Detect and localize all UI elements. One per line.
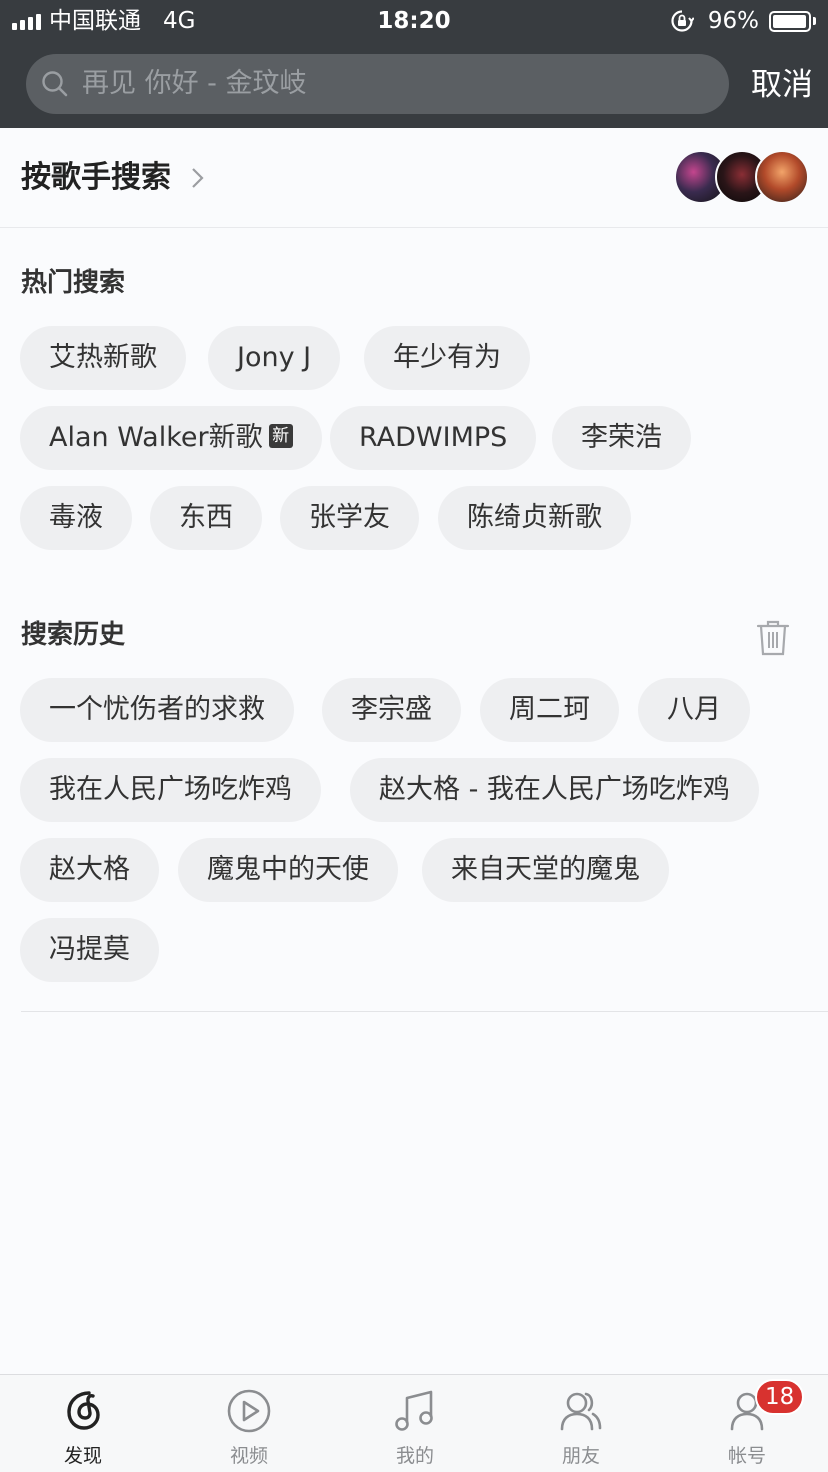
- tag-label: 东西: [179, 502, 233, 533]
- history-label: 一个忧伤者的求救: [49, 694, 265, 725]
- notification-badge: 18: [755, 1379, 805, 1415]
- battery-fill: [773, 14, 806, 28]
- history-item[interactable]: 赵大格: [20, 838, 159, 902]
- search-history-title: 搜索历史: [21, 620, 126, 650]
- tab-video[interactable]: 视频: [166, 1375, 332, 1472]
- history-item[interactable]: 来自天堂的魔鬼: [422, 838, 669, 902]
- tag-label: 艾热新歌: [49, 342, 157, 373]
- battery-icon: [769, 10, 816, 32]
- header: 中国联通 4G 18:20 96% 再见 你好 - 金玟岐 取消: [0, 0, 828, 128]
- tag-label: Alan Walker新歌: [49, 422, 263, 453]
- hot-search-tag[interactable]: 东西: [150, 486, 262, 550]
- app-root: 中国联通 4G 18:20 96% 再见 你好 - 金玟岐 取消 按歌手搜索 热…: [0, 0, 828, 1472]
- history-item[interactable]: 李宗盛: [322, 678, 461, 742]
- tag-label: 陈绮贞新歌: [467, 502, 602, 533]
- music-note-icon: [395, 1390, 433, 1431]
- status-bar: 中国联通 4G 18:20 96%: [0, 0, 828, 42]
- tab-label: 我的: [395, 1445, 434, 1467]
- tag-label: 毒液: [49, 502, 103, 533]
- friends-icon: [560, 1392, 602, 1431]
- tab-label: 帐号: [727, 1445, 766, 1467]
- tab-friends[interactable]: 朋友: [498, 1375, 664, 1472]
- cancel-button[interactable]: 取消: [751, 62, 813, 108]
- new-badge: 新: [268, 423, 293, 448]
- hot-search-tag[interactable]: 艾热新歌: [20, 326, 186, 390]
- singer-avatar: [755, 150, 809, 204]
- history-label: 冯提莫: [49, 934, 130, 965]
- history-label: 赵大格 - 我在人民广场吃炸鸡: [379, 774, 730, 805]
- tab-label: 发现: [63, 1445, 102, 1467]
- tab-bar: 发现 视频 我的 朋友 18 帐号: [0, 1374, 828, 1472]
- orientation-lock-icon: [671, 10, 694, 32]
- divider: [21, 1011, 828, 1012]
- search-icon: [42, 71, 68, 97]
- tab-label: 视频: [229, 1445, 268, 1467]
- trash-icon[interactable]: [754, 618, 792, 658]
- video-play-icon: [227, 1389, 271, 1433]
- history-item[interactable]: 魔鬼中的天使: [178, 838, 398, 902]
- status-right: 96%: [670, 6, 816, 36]
- tag-label: Jony J: [237, 342, 312, 373]
- tab-discover[interactable]: 发现: [0, 1375, 166, 1472]
- tag-label: 李荣浩: [581, 422, 662, 453]
- history-item[interactable]: 一个忧伤者的求救: [20, 678, 294, 742]
- history-item[interactable]: 赵大格 - 我在人民广场吃炸鸡: [350, 758, 759, 822]
- tag-label: 张学友: [309, 502, 390, 533]
- search-by-singer-label: 按歌手搜索: [21, 160, 171, 195]
- history-label: 赵大格: [49, 854, 130, 885]
- history-item[interactable]: 周二珂: [480, 678, 619, 742]
- netease-music-icon: [67, 1391, 100, 1430]
- search-by-singer-row[interactable]: 按歌手搜索: [0, 128, 828, 228]
- tab-label: 朋友: [561, 1445, 600, 1467]
- hot-search-tag[interactable]: 年少有为: [364, 326, 530, 390]
- history-item[interactable]: 八月: [638, 678, 750, 742]
- chevron-right-icon: [192, 168, 204, 188]
- history-label: 我在人民广场吃炸鸡: [49, 774, 292, 805]
- history-label: 来自天堂的魔鬼: [451, 854, 640, 885]
- history-label: 八月: [667, 694, 721, 725]
- hot-search-tag[interactable]: Jony J: [208, 326, 341, 390]
- history-label: 魔鬼中的天使: [207, 854, 369, 885]
- history-label: 周二珂: [509, 694, 590, 725]
- tab-account[interactable]: 18 帐号: [664, 1375, 828, 1472]
- tag-label: 年少有为: [393, 342, 501, 373]
- search-placeholder: 再见 你好 - 金玟岐: [82, 68, 307, 99]
- hot-search-tag[interactable]: 毒液: [20, 486, 132, 550]
- hot-search-tag[interactable]: 李荣浩: [552, 406, 691, 470]
- tag-label: RADWIMPS: [359, 422, 508, 453]
- search-input[interactable]: 再见 你好 - 金玟岐: [26, 54, 729, 114]
- battery-percent: 96%: [707, 8, 759, 34]
- hot-search-tag[interactable]: 张学友: [280, 486, 419, 550]
- hot-search-title: 热门搜索: [21, 268, 126, 298]
- hot-search-tag[interactable]: 陈绮贞新歌: [438, 486, 631, 550]
- history-item[interactable]: 我在人民广场吃炸鸡: [20, 758, 321, 822]
- tab-mine[interactable]: 我的: [332, 1375, 498, 1472]
- hot-search-tag[interactable]: Alan Walker新歌新: [20, 406, 322, 470]
- history-label: 李宗盛: [351, 694, 432, 725]
- hot-search-tag[interactable]: RADWIMPS: [330, 406, 537, 470]
- history-item[interactable]: 冯提莫: [20, 918, 159, 982]
